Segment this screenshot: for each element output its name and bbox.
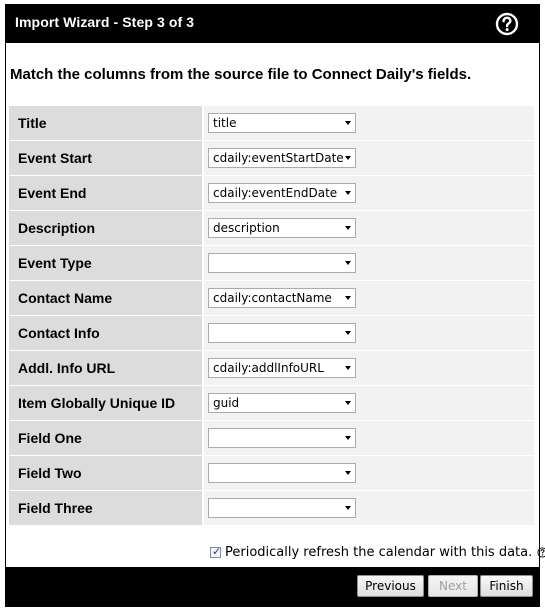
- field-cell: guid: [204, 386, 534, 420]
- column-select[interactable]: [208, 498, 356, 518]
- dropdown-arrow-icon: [345, 401, 351, 405]
- field-label: Description: [9, 211, 202, 245]
- field-label: Contact Name: [9, 281, 202, 315]
- dropdown-arrow-icon: [345, 506, 351, 510]
- field-label: Title: [9, 106, 202, 140]
- column-select[interactable]: [208, 428, 356, 448]
- field-cell: description: [204, 211, 534, 245]
- import-wizard-dialog: Import Wizard - Step 3 of 3 Match the co…: [5, 4, 545, 607]
- field-row-description: Description description: [9, 211, 534, 245]
- field-label: Addl. Info URL: [9, 351, 202, 385]
- previous-button[interactable]: Previous: [357, 575, 424, 597]
- select-value: cdaily:addlInfoURL: [213, 361, 324, 375]
- dropdown-arrow-icon: [345, 261, 351, 265]
- select-value: cdaily:eventStartDate: [213, 151, 344, 165]
- field-row-event-end: Event End cdaily:eventEndDate: [9, 176, 534, 210]
- field-row-field-one: Field One: [9, 421, 534, 455]
- field-label: Event End: [9, 176, 202, 210]
- dropdown-arrow-icon: [345, 156, 351, 160]
- refresh-label: Periodically refresh the calendar with t…: [225, 545, 533, 560]
- instructions-heading: Match the columns from the source file t…: [10, 66, 472, 83]
- refresh-option: ✓ Periodically refresh the calendar with…: [210, 545, 545, 560]
- field-cell: [204, 491, 534, 525]
- column-select[interactable]: guid: [208, 393, 356, 413]
- field-label: Field One: [9, 421, 202, 455]
- field-row-event-type: Event Type: [9, 246, 534, 280]
- dropdown-arrow-icon: [345, 436, 351, 440]
- dropdown-arrow-icon: [345, 366, 351, 370]
- refresh-checkbox[interactable]: ✓: [210, 545, 222, 558]
- field-row-guid: Item Globally Unique ID guid: [9, 386, 534, 420]
- field-row-field-three: Field Three: [9, 491, 534, 525]
- checkmark-icon: ✓: [212, 545, 222, 558]
- finish-button[interactable]: Finish: [480, 575, 533, 597]
- small-help-icon[interactable]: [537, 547, 545, 558]
- column-select[interactable]: cdaily:contactName: [208, 288, 356, 308]
- field-cell: cdaily:addlInfoURL: [204, 351, 534, 385]
- select-value: cdaily:contactName: [213, 291, 332, 305]
- help-icon[interactable]: [495, 12, 519, 36]
- title-bar: Import Wizard - Step 3 of 3: [6, 5, 539, 43]
- field-row-addl-info-url: Addl. Info URL cdaily:addlInfoURL: [9, 351, 534, 385]
- field-cell: title: [204, 106, 534, 140]
- dropdown-arrow-icon: [345, 121, 351, 125]
- column-select[interactable]: title: [208, 113, 356, 133]
- column-select[interactable]: [208, 323, 356, 343]
- dropdown-arrow-icon: [345, 471, 351, 475]
- field-cell: cdaily:eventEndDate: [204, 176, 534, 210]
- field-cell: [204, 456, 534, 490]
- column-select[interactable]: [208, 463, 356, 483]
- dropdown-arrow-icon: [345, 331, 351, 335]
- dialog-title: Import Wizard - Step 3 of 3: [15, 14, 195, 30]
- field-row-title: Title title: [9, 106, 534, 140]
- column-select[interactable]: [208, 253, 356, 273]
- column-select[interactable]: cdaily:addlInfoURL: [208, 358, 356, 378]
- field-label: Field Three: [9, 491, 202, 525]
- field-label: Contact Info: [9, 316, 202, 350]
- dropdown-arrow-icon: [345, 191, 351, 195]
- field-cell: cdaily:eventStartDate: [204, 141, 534, 175]
- column-select[interactable]: description: [208, 218, 356, 238]
- button-bar: Previous Next Finish: [6, 567, 539, 606]
- field-cell: [204, 246, 534, 280]
- field-cell: [204, 316, 534, 350]
- field-cell: cdaily:contactName: [204, 281, 534, 315]
- field-label: Item Globally Unique ID: [9, 386, 202, 420]
- select-value: cdaily:eventEndDate: [213, 186, 338, 200]
- field-row-field-two: Field Two: [9, 456, 534, 490]
- column-select[interactable]: cdaily:eventEndDate: [208, 183, 356, 203]
- column-select[interactable]: cdaily:eventStartDate: [208, 148, 356, 168]
- select-value: description: [213, 221, 280, 235]
- field-label: Event Type: [9, 246, 202, 280]
- field-row-event-start: Event Start cdaily:eventStartDate: [9, 141, 534, 175]
- field-label: Field Two: [9, 456, 202, 490]
- field-label: Event Start: [9, 141, 202, 175]
- next-button[interactable]: Next: [428, 575, 478, 597]
- select-value: title: [213, 116, 237, 130]
- field-row-contact-info: Contact Info: [9, 316, 534, 350]
- select-value: guid: [213, 396, 240, 410]
- field-row-contact-name: Contact Name cdaily:contactName: [9, 281, 534, 315]
- field-cell: [204, 421, 534, 455]
- dropdown-arrow-icon: [345, 296, 351, 300]
- dropdown-arrow-icon: [345, 226, 351, 230]
